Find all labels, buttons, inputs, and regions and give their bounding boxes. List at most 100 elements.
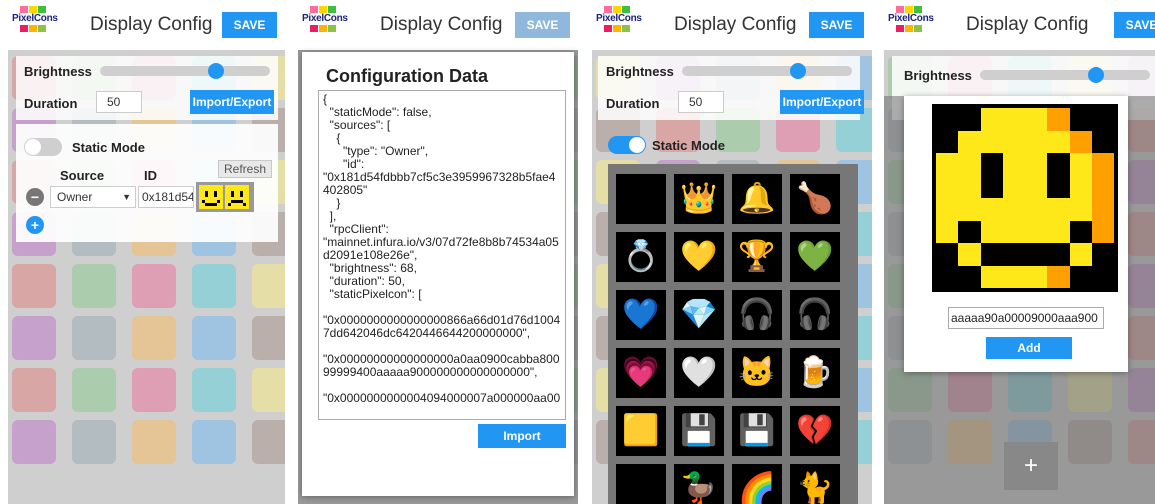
pixel-cell[interactable]: [1069, 198, 1092, 221]
white-heart-icon[interactable]: 🤍: [674, 348, 724, 398]
pixel-cell[interactable]: [980, 175, 1003, 198]
brightness-slider-thumb[interactable]: [1088, 67, 1104, 83]
yellow-gem-icon[interactable]: 💛: [674, 232, 724, 282]
pixel-cell[interactable]: [1047, 175, 1070, 198]
brightness-slider[interactable]: [682, 63, 852, 79]
pixel-cell[interactable]: [936, 243, 959, 266]
pixel-cell[interactable]: [1091, 243, 1114, 266]
pixel-cell[interactable]: [1091, 153, 1114, 176]
pixel-cell[interactable]: [958, 153, 981, 176]
pixel-cell[interactable]: [958, 220, 981, 243]
pixel-cell[interactable]: [1025, 108, 1048, 131]
crown-icon[interactable]: 👑: [674, 174, 724, 224]
pixel-cell[interactable]: [1091, 175, 1114, 198]
pixel-cell[interactable]: [958, 108, 981, 131]
beer-mug-icon[interactable]: 🍺: [790, 348, 840, 398]
pixel-cell[interactable]: [958, 243, 981, 266]
pixel-cell[interactable]: [1025, 220, 1048, 243]
add-button[interactable]: Add: [986, 337, 1072, 359]
pixel-cell[interactable]: [1069, 153, 1092, 176]
add-source-button[interactable]: +: [26, 216, 44, 234]
static-mode-toggle[interactable]: [608, 136, 646, 154]
ring-icon[interactable]: 💍: [616, 232, 666, 282]
pixel-cell[interactable]: [1091, 220, 1114, 243]
pixel-cell[interactable]: [1025, 243, 1048, 266]
pixel-cell[interactable]: [1047, 153, 1070, 176]
bell-icon[interactable]: 🔔: [732, 174, 782, 224]
configuration-textarea[interactable]: { "staticMode": false, "sources": [ { "t…: [318, 90, 566, 420]
pixel-cell[interactable]: [936, 175, 959, 198]
pixel-cell[interactable]: [1025, 175, 1048, 198]
pixel-cell[interactable]: [958, 175, 981, 198]
pixel-cell[interactable]: [980, 130, 1003, 153]
pixelcon-hex-input[interactable]: aaaaa90a00009000aaa900: [948, 307, 1104, 329]
import-button[interactable]: Import: [478, 424, 566, 448]
diamond-icon[interactable]: 💎: [674, 290, 724, 340]
pixel-cell[interactable]: [1091, 130, 1114, 153]
pixel-cell[interactable]: [1002, 108, 1025, 131]
static-mode-toggle[interactable]: [24, 138, 62, 156]
pixel-cell[interactable]: [1069, 108, 1092, 131]
pixel-cell[interactable]: [1091, 265, 1114, 288]
pixel-cell[interactable]: [1002, 175, 1025, 198]
pixel-cell[interactable]: [1025, 198, 1048, 221]
pixel-cell[interactable]: [980, 153, 1003, 176]
pixel-cell[interactable]: [958, 198, 981, 221]
pixel-cell[interactable]: [1002, 153, 1025, 176]
pixel-cell[interactable]: [1069, 265, 1092, 288]
remove-source-button[interactable]: −: [26, 188, 44, 206]
headphones-dark-icon[interactable]: 🎧: [790, 290, 840, 340]
pixel-cell[interactable]: [980, 265, 1003, 288]
red-heart-icon[interactable]: ❤: [616, 464, 666, 504]
rainbow-icon[interactable]: 🌈: [732, 464, 782, 504]
pixel-cell[interactable]: [1069, 220, 1092, 243]
pixel-cell[interactable]: [1025, 265, 1048, 288]
save-button[interactable]: SAVE: [222, 12, 277, 38]
headphones-icon[interactable]: 🎧: [732, 290, 782, 340]
brightness-slider[interactable]: [980, 67, 1150, 83]
source-select[interactable]: Owner ▼: [50, 186, 136, 208]
pixel-cell[interactable]: [1047, 198, 1070, 221]
pixel-editor-canvas[interactable]: [932, 104, 1118, 292]
source-id-input[interactable]: 0x181d54: [138, 186, 194, 208]
pixel-cell[interactable]: [1047, 243, 1070, 266]
save-button[interactable]: SAVE: [809, 12, 864, 38]
pixel-cell[interactable]: [1002, 265, 1025, 288]
brightness-slider-thumb[interactable]: [790, 63, 806, 79]
pink-gem-icon[interactable]: 💗: [616, 348, 666, 398]
pixel-cell[interactable]: [958, 130, 981, 153]
pixel-cell[interactable]: [1091, 198, 1114, 221]
trophy-icon[interactable]: 🏆: [732, 232, 782, 282]
pixel-cell[interactable]: [980, 108, 1003, 131]
pixel-cell[interactable]: [1002, 243, 1025, 266]
pixel-cell[interactable]: [936, 153, 959, 176]
pixel-cell[interactable]: [936, 108, 959, 131]
pixel-cell[interactable]: [1002, 198, 1025, 221]
sapphire-ring-icon[interactable]: 💙: [616, 290, 666, 340]
import-export-button[interactable]: Import/Export: [780, 90, 864, 114]
pixel-cell[interactable]: [1069, 175, 1092, 198]
pixel-cell[interactable]: [980, 198, 1003, 221]
pixel-cell[interactable]: [936, 130, 959, 153]
brightness-slider[interactable]: [100, 63, 270, 79]
cat-icon[interactable]: 🐱: [732, 348, 782, 398]
save-button[interactable]: SAVE: [515, 12, 570, 38]
pixel-cell[interactable]: [1047, 220, 1070, 243]
floppy-blue-icon[interactable]: 💾: [732, 406, 782, 456]
pixel-cell[interactable]: [980, 220, 1003, 243]
pixel-cell[interactable]: [936, 220, 959, 243]
pixel-cell[interactable]: [1091, 108, 1114, 131]
brightness-slider-thumb[interactable]: [208, 63, 224, 79]
pixel-cell[interactable]: [1047, 108, 1070, 131]
cat-gray-icon[interactable]: 🐈: [790, 464, 840, 504]
drumstick-icon[interactable]: 🍗: [790, 174, 840, 224]
import-export-button[interactable]: Import/Export: [190, 90, 274, 114]
pixel-cell[interactable]: [1002, 130, 1025, 153]
pixel-cell[interactable]: [936, 265, 959, 288]
pixel-cell[interactable]: [958, 265, 981, 288]
refresh-button[interactable]: Refresh: [218, 160, 272, 178]
save-button[interactable]: SAVE: [1114, 12, 1155, 38]
pixel-cell[interactable]: [1047, 130, 1070, 153]
duration-input[interactable]: 50: [678, 91, 724, 113]
pixel-cell[interactable]: [1069, 130, 1092, 153]
